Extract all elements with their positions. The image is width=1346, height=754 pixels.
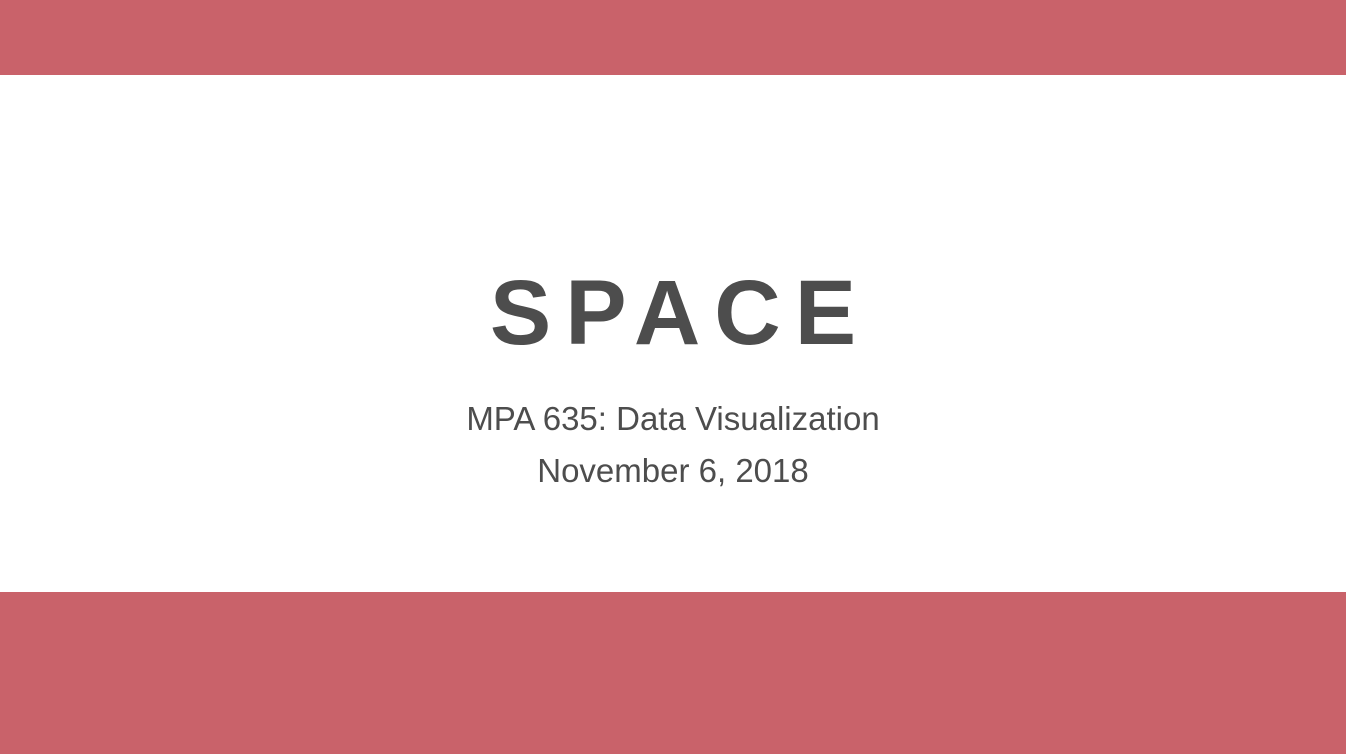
top-color-band xyxy=(0,0,1346,75)
course-subtitle: MPA 635: Data Visualization xyxy=(466,400,880,437)
slide-title: SPACE xyxy=(489,262,871,364)
bottom-color-band xyxy=(0,592,1346,754)
title-slide: SPACE MPA 635: Data Visualization Novemb… xyxy=(0,0,1346,754)
date-subtitle: November 6, 2018 xyxy=(537,452,809,489)
slide-content: SPACE MPA 635: Data Visualization Novemb… xyxy=(0,75,1346,592)
